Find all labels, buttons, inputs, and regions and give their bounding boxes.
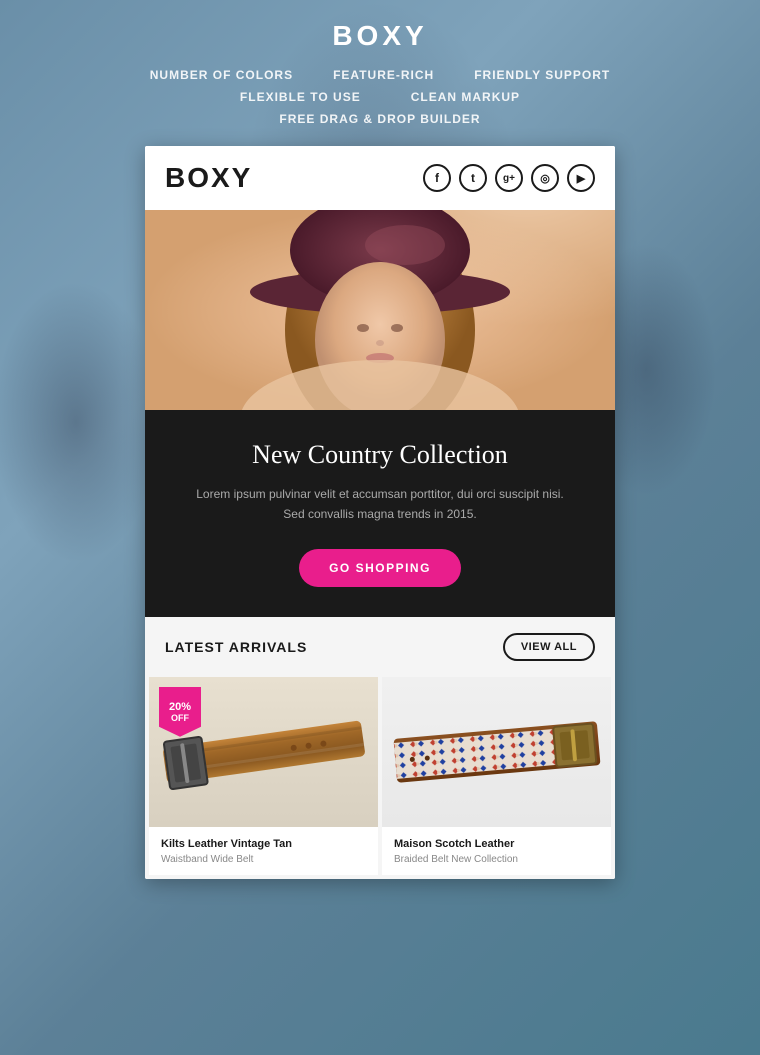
feature-flexible: FLEXIBLE TO USE bbox=[240, 90, 361, 104]
twitter-icon[interactable]: t bbox=[459, 164, 487, 192]
latest-arrivals-header: LATEST ARRIVALS VIEW ALL bbox=[145, 617, 615, 677]
discount-pct-1: 20% bbox=[169, 701, 191, 713]
hero-title: New Country Collection bbox=[185, 440, 575, 470]
hero-svg bbox=[145, 210, 615, 410]
site-header: BOXY NUMBER OF COLORS FEATURE-RICH FRIEN… bbox=[130, 20, 630, 126]
feature-markup: CLEAN MARKUP bbox=[411, 90, 520, 104]
view-all-button[interactable]: VIEW ALL bbox=[503, 633, 595, 661]
email-card: BOXY f t g+ ◎ ▶ bbox=[145, 146, 615, 879]
hero-image bbox=[145, 210, 615, 410]
product-card-2[interactable]: Maison Scotch Leather Braided Belt New C… bbox=[382, 677, 611, 875]
product-sub-1: Waistband Wide Belt bbox=[161, 854, 366, 865]
hero-description: Lorem ipsum pulvinar velit et accumsan p… bbox=[185, 484, 575, 525]
discount-badge-1: 20% OFF bbox=[159, 687, 201, 737]
section-title: LATEST ARRIVALS bbox=[165, 639, 307, 655]
product-card-1[interactable]: 20% OFF bbox=[149, 677, 378, 875]
feature-colors: NUMBER OF COLORS bbox=[150, 68, 293, 82]
features-row-1: NUMBER OF COLORS FEATURE-RICH FRIENDLY S… bbox=[150, 68, 610, 82]
googleplus-icon[interactable]: g+ bbox=[495, 164, 523, 192]
product-name-2: Maison Scotch Leather bbox=[394, 837, 599, 852]
product-info-2: Maison Scotch Leather Braided Belt New C… bbox=[382, 827, 611, 875]
feature-support: FRIENDLY SUPPORT bbox=[474, 68, 610, 82]
discount-off-1: OFF bbox=[171, 713, 189, 723]
belt-svg-2 bbox=[387, 692, 607, 812]
features-row-2: FLEXIBLE TO USE CLEAN MARKUP bbox=[150, 90, 610, 104]
product-image-2 bbox=[382, 677, 611, 827]
social-icons-row: f t g+ ◎ ▶ bbox=[423, 164, 595, 192]
features-row-3: FREE DRAG & DROP BUILDER bbox=[150, 112, 610, 126]
product-name-1: Kilts Leather Vintage Tan bbox=[161, 837, 366, 852]
site-title: BOXY bbox=[150, 20, 610, 52]
email-header: BOXY f t g+ ◎ ▶ bbox=[145, 146, 615, 210]
product-sub-2: Braided Belt New Collection bbox=[394, 854, 599, 865]
email-logo: BOXY bbox=[165, 162, 252, 194]
product-info-1: Kilts Leather Vintage Tan Waistband Wide… bbox=[149, 827, 378, 875]
page-wrapper: BOXY NUMBER OF COLORS FEATURE-RICH FRIEN… bbox=[0, 0, 760, 1055]
go-shopping-button[interactable]: GO SHOPPING bbox=[299, 549, 461, 587]
hero-text-block: New Country Collection Lorem ipsum pulvi… bbox=[145, 410, 615, 617]
facebook-icon[interactable]: f bbox=[423, 164, 451, 192]
youtube-icon[interactable]: ▶ bbox=[567, 164, 595, 192]
product-image-1: 20% OFF bbox=[149, 677, 378, 827]
instagram-icon[interactable]: ◎ bbox=[531, 164, 559, 192]
feature-builder: FREE DRAG & DROP BUILDER bbox=[279, 112, 480, 126]
feature-rich: FEATURE-RICH bbox=[333, 68, 434, 82]
products-grid: 20% OFF bbox=[145, 677, 615, 879]
